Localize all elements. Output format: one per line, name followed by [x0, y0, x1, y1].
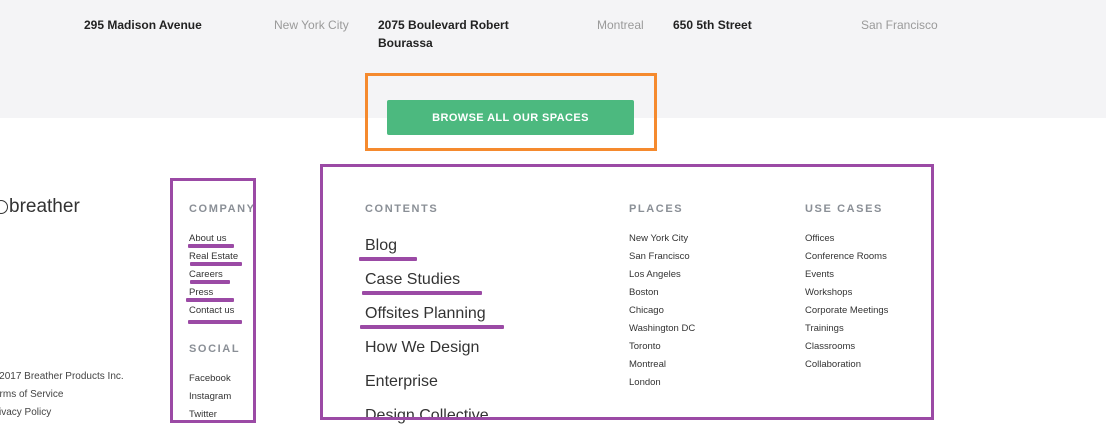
footer-link-how-we-design[interactable]: How We Design — [365, 339, 479, 357]
location-address: 2075 Boulevard Robert Bourassa — [378, 18, 509, 50]
footer-link-use-case[interactable]: Trainings — [805, 323, 844, 334]
location-address: 295 Madison Avenue — [84, 18, 202, 32]
footer-link-twitter[interactable]: Twitter — [189, 409, 217, 420]
brand-logo[interactable]: breather — [0, 196, 80, 218]
location-city: Montreal — [597, 18, 644, 32]
footer-link-press[interactable]: Press — [189, 287, 213, 298]
use-cases-heading: USE CASES — [805, 203, 883, 215]
footer-link-place[interactable]: Montreal — [629, 359, 666, 370]
location-city: New York City — [274, 18, 349, 32]
privacy-policy-link[interactable]: Privacy Policy — [0, 407, 51, 418]
footer-link-use-case[interactable]: Events — [805, 269, 834, 280]
footer-link-use-case[interactable]: Workshops — [805, 287, 852, 298]
footer-link-place[interactable]: London — [629, 377, 661, 388]
footer-link-place[interactable]: Toronto — [629, 341, 661, 352]
footer-link-place[interactable]: Washington DC — [629, 323, 695, 334]
footer-link-offsites-planning[interactable]: Offsites Planning — [365, 305, 486, 323]
footer-link-use-case[interactable]: Collaboration — [805, 359, 861, 370]
footer-link-careers[interactable]: Careers — [189, 269, 223, 280]
location-address: 650 5th Street — [673, 18, 752, 32]
browse-all-spaces-button[interactable]: BROWSE ALL OUR SPACES — [387, 100, 634, 135]
footer-link-about-us[interactable]: About us — [189, 233, 227, 244]
company-heading: COMPANY — [189, 203, 256, 215]
location-city: San Francisco — [861, 18, 938, 32]
annotation-underline — [186, 298, 234, 302]
places-heading: PLACES — [629, 203, 684, 215]
footer-link-instagram[interactable]: Instagram — [189, 391, 231, 402]
footer-link-case-studies[interactable]: Case Studies — [365, 271, 460, 289]
footer-link-enterprise[interactable]: Enterprise — [365, 373, 438, 391]
footer-link-place[interactable]: New York City — [629, 233, 688, 244]
footer-link-use-case[interactable]: Conference Rooms — [805, 251, 887, 262]
annotation-underline — [188, 320, 242, 324]
social-heading: SOCIAL — [189, 343, 241, 355]
contents-heading: CONTENTS — [365, 203, 439, 215]
annotation-underline — [362, 291, 482, 295]
footer-link-use-case[interactable]: Classrooms — [805, 341, 855, 352]
annotation-underline — [190, 262, 242, 266]
footer-link-facebook[interactable]: Facebook — [189, 373, 231, 384]
logo-text: breather — [9, 196, 80, 217]
footer-link-blog[interactable]: Blog — [365, 237, 397, 255]
footer-link-place[interactable]: San Francisco — [629, 251, 690, 262]
footer-link-design-collective[interactable]: Design Collective — [365, 407, 489, 425]
annotation-underline — [360, 325, 504, 329]
footer-link-contact-us[interactable]: Contact us — [189, 305, 234, 316]
annotation-underline — [190, 280, 230, 284]
footer-link-real-estate[interactable]: Real Estate — [189, 251, 238, 262]
annotation-underline — [188, 244, 234, 248]
annotation-underline — [359, 257, 417, 261]
terms-of-service-link[interactable]: Terms of Service — [0, 389, 63, 400]
copyright-text: © 2017 Breather Products Inc. — [0, 371, 124, 382]
footer-link-place[interactable]: Los Angeles — [629, 269, 681, 280]
footer-link-use-case[interactable]: Corporate Meetings — [805, 305, 888, 316]
breather-logo-icon — [0, 200, 8, 214]
footer-link-use-case[interactable]: Offices — [805, 233, 834, 244]
footer-link-place[interactable]: Chicago — [629, 305, 664, 316]
footer-link-place[interactable]: Boston — [629, 287, 659, 298]
